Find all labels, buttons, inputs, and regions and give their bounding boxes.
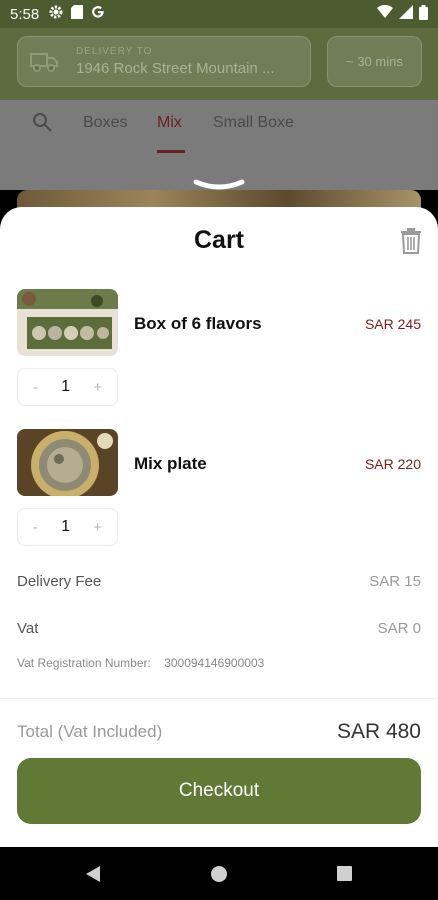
vat-registration-number: 300094146900003	[164, 656, 265, 670]
search-icon[interactable]	[32, 112, 52, 132]
sheet-handle-chevron-icon[interactable]	[192, 178, 246, 192]
total-label-text: Total	[17, 722, 53, 741]
sim-icon	[71, 5, 84, 23]
google-icon	[91, 5, 105, 23]
vat-registration: Vat Registration Number: 300094146900003	[17, 656, 264, 670]
item-name: Mix plate	[134, 454, 207, 473]
item-price: SAR 220	[364, 456, 421, 472]
total-label: Total (Vat Included)	[17, 722, 162, 742]
vat-label: Vat	[17, 620, 39, 637]
cart-title: Cart	[193, 226, 244, 254]
tab-boxes[interactable]: Boxes	[83, 114, 127, 132]
tab-mix[interactable]: Mix	[157, 114, 182, 132]
vat-value: SAR 0	[377, 620, 421, 637]
gear-icon	[49, 5, 63, 23]
tab-small-boxes[interactable]: Small Boxe	[213, 114, 294, 132]
delivery-fee-label: Delivery Fee	[17, 573, 102, 590]
item-price: SAR 245	[364, 316, 421, 332]
delivery-truck-icon	[30, 51, 58, 73]
delivery-address-selector[interactable]: DELIVERY TO 1946 Rock Street Mountain ..…	[17, 36, 311, 87]
trash-icon[interactable]	[399, 228, 423, 254]
increase-button[interactable]: +	[93, 379, 102, 396]
home-icon[interactable]	[211, 866, 227, 882]
quantity-value: 1	[61, 378, 71, 395]
item-name: Box of 6 flavors	[134, 314, 262, 333]
divider	[0, 698, 438, 699]
decrease-button[interactable]: -	[33, 379, 38, 396]
item-image-mix-plate	[17, 429, 118, 496]
item-image-box-of-6-flavors	[17, 289, 118, 356]
increase-button[interactable]: +	[93, 519, 102, 536]
wifi-icon	[377, 4, 393, 23]
quantity-value: 1	[61, 518, 71, 535]
status-time: 5:58	[10, 5, 40, 23]
vat-registration-label: Vat Registration Number:	[17, 656, 151, 670]
status-bar: 5:58	[0, 0, 438, 28]
delivery-fee-value: SAR 15	[369, 573, 421, 590]
delivery-label: DELIVERY TO	[76, 46, 153, 57]
quantity-stepper: - 1 +	[17, 368, 118, 406]
back-icon[interactable]	[84, 865, 102, 883]
delivery-eta[interactable]: ~ 30 mins	[327, 36, 422, 87]
active-tab-indicator	[157, 150, 185, 153]
checkout-button[interactable]: Checkout	[17, 758, 421, 824]
decrease-button[interactable]: -	[33, 519, 38, 536]
battery-icon	[419, 4, 428, 24]
total-value: SAR 480	[336, 720, 421, 743]
quantity-stepper: - 1 +	[17, 508, 118, 546]
signal-icon	[399, 5, 413, 23]
delivery-address: 1946 Rock Street Mountain ...	[76, 60, 275, 77]
total-note: (Vat Included)	[57, 722, 163, 741]
recent-apps-icon[interactable]	[337, 866, 352, 881]
